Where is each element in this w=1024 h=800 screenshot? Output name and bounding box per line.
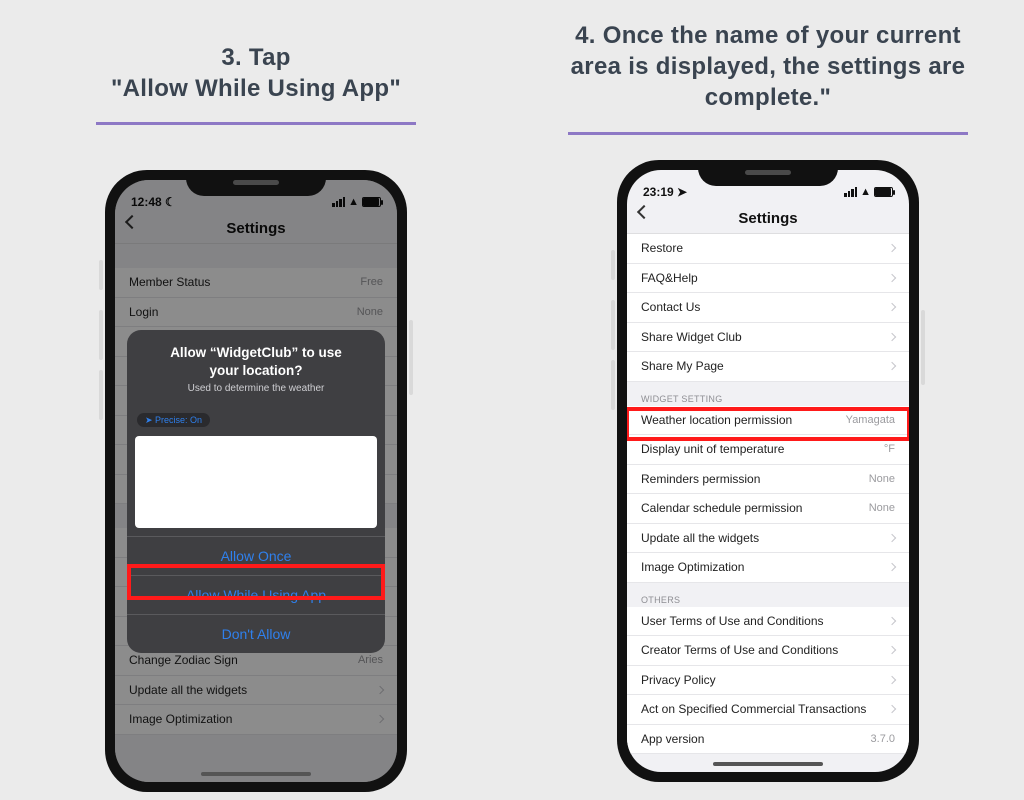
settings-row[interactable]: Restore (627, 234, 909, 264)
row-label: Share Widget Club (641, 330, 742, 344)
phone-side-button (99, 370, 103, 420)
section-header: OTHERS (627, 583, 909, 607)
heading-underline (96, 122, 416, 125)
row-label: Creator Terms of Use and Conditions (641, 643, 838, 657)
row-label: Contact Us (641, 300, 700, 314)
precise-badge-row: ➤ Precise: On (127, 404, 385, 436)
status-time: 23:19 ➤ (643, 185, 687, 199)
map-preview (135, 436, 377, 528)
phone-side-button (611, 250, 615, 280)
phone-screen: 12:48 ☾ ▲ Settings Member StatusFreeLogi… (115, 180, 397, 782)
settings-row[interactable]: User Terms of Use and Conditions (627, 607, 909, 637)
phone-side-button (99, 310, 103, 360)
row-label: Reminders permission (641, 472, 760, 486)
row-label: Restore (641, 241, 683, 255)
phone-notch (186, 170, 326, 196)
row-label: Display unit of temperature (641, 442, 784, 456)
step-3-heading: 3. Tap "Allow While Using App" (0, 42, 512, 104)
text: 3. Tap (221, 44, 290, 71)
settings-row[interactable]: Contact Us (627, 293, 909, 323)
settings-row[interactable]: Display unit of temperature °F (627, 435, 909, 465)
text: 4. Once the name of your current (575, 22, 961, 49)
text: complete." (705, 84, 831, 111)
chevron-right-icon (888, 333, 896, 341)
row-value: None (869, 502, 895, 514)
settings-row[interactable]: App version 3.7.0 (627, 725, 909, 755)
settings-row[interactable]: Reminders permission None (627, 465, 909, 495)
settings-row[interactable]: Update all the widgets (627, 524, 909, 554)
home-indicator (713, 762, 823, 766)
chevron-right-icon (888, 303, 896, 311)
allow-once-button[interactable]: Allow Once (127, 536, 385, 575)
row-value: None (869, 473, 895, 485)
step-4-heading: 4. Once the name of your current area is… (512, 20, 1024, 114)
chevron-right-icon (888, 646, 896, 654)
settings-row[interactable]: Share My Page (627, 352, 909, 382)
heading-underline (568, 132, 968, 135)
phone-mockup-right: 23:19 ➤ ▲ Settings Restore FAQ&Help Contac… (617, 160, 919, 782)
phone-screen: 23:19 ➤ ▲ Settings Restore FAQ&Help Contac… (627, 170, 909, 772)
row-label: Calendar schedule permission (641, 501, 802, 515)
status-right: ▲ (844, 186, 893, 198)
row-label: User Terms of Use and Conditions (641, 614, 824, 628)
back-icon[interactable] (637, 205, 651, 219)
phone-side-button (409, 320, 413, 395)
phone-side-button (611, 360, 615, 410)
home-indicator (201, 772, 311, 776)
text: "Allow While Using App" (111, 75, 401, 102)
nav-title: Settings (738, 210, 797, 227)
settings-row[interactable]: Creator Terms of Use and Conditions (627, 636, 909, 666)
sheet-title: Allow “WidgetClub” to use your location? (127, 330, 385, 383)
wifi-icon: ▲ (860, 186, 871, 198)
chevron-right-icon (888, 676, 896, 684)
chevron-right-icon (888, 534, 896, 542)
settings-row[interactable]: Share Widget Club (627, 323, 909, 353)
section-header: WIDGET SETTING (627, 382, 909, 406)
row-label: Image Optimization (641, 560, 744, 574)
precise-badge[interactable]: ➤ Precise: On (137, 413, 210, 427)
phone-mockup-left: 12:48 ☾ ▲ Settings Member StatusFreeLogi… (105, 170, 407, 792)
nav-header: Settings (627, 204, 909, 234)
dont-allow-button[interactable]: Don't Allow (127, 614, 385, 653)
allow-while-using-button[interactable]: Allow While Using App (127, 575, 385, 614)
settings-row[interactable]: Weather location permission Yamagata (627, 406, 909, 436)
row-label: Weather location permission (641, 413, 792, 427)
row-label: Privacy Policy (641, 673, 716, 687)
row-value: Yamagata (846, 414, 895, 426)
step-3-panel: 3. Tap "Allow While Using App" 12:48 ☾ ▲… (0, 0, 512, 125)
row-label: FAQ&Help (641, 271, 698, 285)
settings-row[interactable]: Act on Specified Commercial Transactions (627, 695, 909, 725)
phone-side-button (921, 310, 925, 385)
phone-side-button (611, 300, 615, 350)
text: area is displayed, the settings are (571, 53, 966, 80)
signal-icon (844, 187, 857, 197)
settings-row[interactable]: Privacy Policy (627, 666, 909, 696)
settings-row[interactable]: Image Optimization (627, 553, 909, 583)
row-value: 3.7.0 (871, 733, 895, 745)
phone-side-button (99, 260, 103, 290)
settings-list: Restore FAQ&Help Contact Us Share Widget Cl… (627, 234, 909, 754)
row-label: Share My Page (641, 359, 724, 373)
phone-notch (698, 160, 838, 186)
chevron-right-icon (888, 563, 896, 571)
chevron-right-icon (888, 244, 896, 252)
battery-icon (874, 187, 893, 197)
location-permission-sheet: Allow “WidgetClub” to use your location?… (127, 330, 385, 653)
row-label: Update all the widgets (641, 531, 759, 545)
chevron-right-icon (888, 705, 896, 713)
chevron-right-icon (888, 362, 896, 370)
settings-row[interactable]: FAQ&Help (627, 264, 909, 294)
row-value: °F (884, 443, 895, 455)
chevron-right-icon (888, 274, 896, 282)
settings-row[interactable]: Calendar schedule permission None (627, 494, 909, 524)
step-4-panel: 4. Once the name of your current area is… (512, 0, 1024, 135)
row-label: App version (641, 732, 704, 746)
row-label: Act on Specified Commercial Transactions (641, 702, 866, 716)
sheet-subtitle: Used to determine the weather (127, 383, 385, 404)
chevron-right-icon (888, 617, 896, 625)
